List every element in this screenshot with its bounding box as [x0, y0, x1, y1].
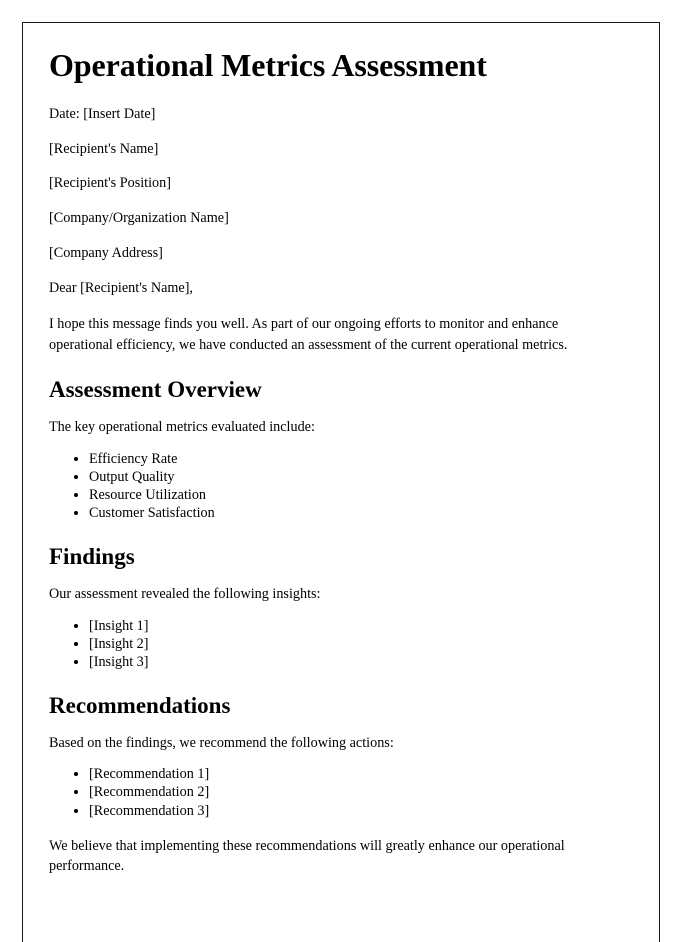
document-body: Operational Metrics Assessment Date: [In…	[23, 23, 659, 877]
recommendations-lead-in: Based on the findings, we recommend the …	[49, 734, 394, 751]
list-item: [Insight 1]	[89, 617, 623, 635]
company-address-line: [Company Address]	[49, 244, 163, 261]
assessment-overview-lead-in: The key operational metrics evaluated in…	[49, 418, 315, 435]
date-line: Date: [Insert Date]	[49, 105, 156, 122]
list-item: Efficiency Rate	[89, 450, 623, 468]
list-item: Output Quality	[89, 468, 623, 486]
findings-list: [Insight 1] [Insight 2] [Insight 3]	[49, 617, 623, 672]
section-heading-findings: Findings	[49, 544, 135, 570]
page-title: Operational Metrics Assessment	[49, 47, 487, 83]
intro-paragraph: I hope this message finds you well. As p…	[49, 316, 568, 353]
list-item: [Recommendation 3]	[89, 802, 623, 820]
closing-paragraph: We believe that implementing these recom…	[49, 837, 565, 875]
list-item: [Recommendation 1]	[89, 765, 623, 783]
list-item: [Insight 2]	[89, 635, 623, 653]
findings-lead-in: Our assessment revealed the following in…	[49, 585, 321, 602]
recipient-position-line: [Recipient's Position]	[49, 175, 171, 192]
company-name-line: [Company/Organization Name]	[49, 210, 229, 227]
salutation-line: Dear [Recipient's Name],	[49, 279, 193, 296]
section-heading-recommendations: Recommendations	[49, 693, 231, 719]
recommendations-list: [Recommendation 1] [Recommendation 2] [R…	[49, 765, 623, 820]
list-item: Resource Utilization	[89, 486, 623, 504]
list-item: [Insight 3]	[89, 653, 623, 671]
assessment-overview-list: Efficiency Rate Output Quality Resource …	[49, 450, 623, 523]
list-item: [Recommendation 2]	[89, 783, 623, 801]
document-page: Operational Metrics Assessment Date: [In…	[22, 22, 660, 942]
section-heading-assessment-overview: Assessment Overview	[49, 377, 262, 403]
list-item: Customer Satisfaction	[89, 504, 623, 522]
recipient-name-line: [Recipient's Name]	[49, 140, 159, 157]
